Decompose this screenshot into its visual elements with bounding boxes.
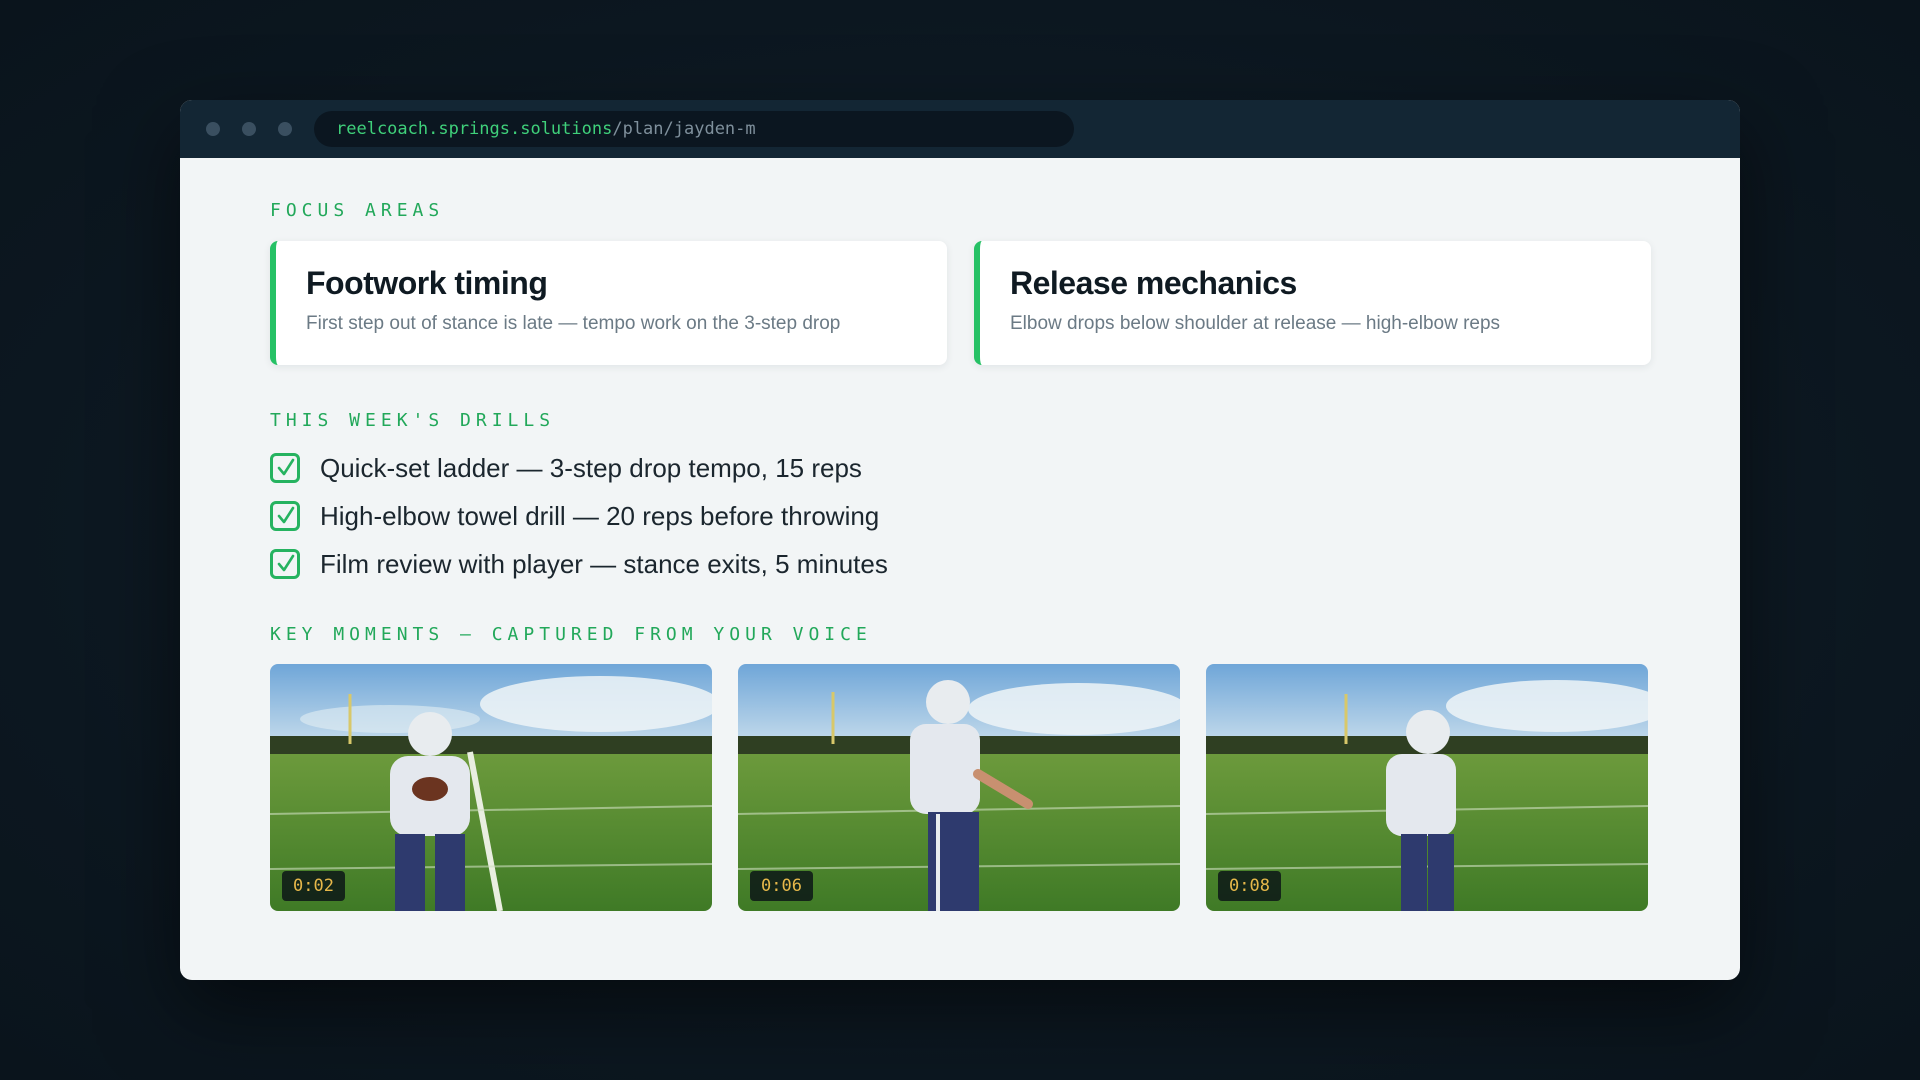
- drill-checkbox[interactable]: [270, 549, 300, 579]
- video-clip-thumbnail[interactable]: 0:02: [270, 664, 712, 911]
- drill-checkbox[interactable]: [270, 453, 300, 483]
- key-moments-clips: 0:02 0:06 0:08: [270, 664, 1650, 911]
- browser-window: reelcoach.springs.solutions/plan/jayden-…: [180, 100, 1740, 980]
- focus-areas-heading: FOCUS AREAS: [270, 200, 445, 221]
- title-bar: reelcoach.springs.solutions/plan/jayden-…: [180, 100, 1740, 158]
- checkmark-icon: [277, 458, 295, 476]
- drills-heading: THIS WEEK'S DRILLS: [270, 410, 556, 431]
- window-maximize-dot[interactable]: [278, 122, 292, 136]
- focus-cards: Footwork timing First step out of stance…: [270, 241, 1651, 365]
- clip-timestamp: 0:06: [750, 871, 813, 901]
- drill-text: Film review with player — stance exits, …: [320, 549, 888, 579]
- clip-timestamp: 0:08: [1218, 871, 1281, 901]
- drill-text: High-elbow towel drill — 20 reps before …: [320, 501, 880, 531]
- video-clip-thumbnail[interactable]: 0:06: [738, 664, 1180, 911]
- address-bar[interactable]: reelcoach.springs.solutions/plan/jayden-…: [314, 111, 1074, 147]
- focus-card-description: Elbow drops below shoulder at release — …: [1010, 313, 1501, 334]
- focus-card-description: First step out of stance is late — tempo…: [306, 313, 841, 334]
- window-minimize-dot[interactable]: [242, 122, 256, 136]
- clip-timestamp: 0:02: [282, 871, 345, 901]
- video-clip-thumbnail[interactable]: 0:08: [1206, 664, 1648, 911]
- focus-card-title: Footwork timing: [306, 265, 548, 301]
- focus-card-title: Release mechanics: [1010, 265, 1297, 301]
- drill-text: Quick-set ladder — 3-step drop tempo, 15…: [320, 453, 862, 483]
- url-path: /plan/jayden-m: [612, 119, 756, 139]
- window-close-dot[interactable]: [206, 122, 220, 136]
- focus-card-footwork[interactable]: Footwork timing First step out of stance…: [270, 241, 947, 365]
- drill-checkbox[interactable]: [270, 501, 300, 531]
- focus-card-release[interactable]: Release mechanics Elbow drops below shou…: [974, 241, 1651, 365]
- checkmark-icon: [277, 554, 295, 572]
- url-host: reelcoach.springs.solutions: [336, 119, 613, 139]
- key-moments-heading: KEY MOMENTS — CAPTURED FROM YOUR VOICE: [270, 624, 872, 645]
- checkmark-icon: [277, 506, 295, 524]
